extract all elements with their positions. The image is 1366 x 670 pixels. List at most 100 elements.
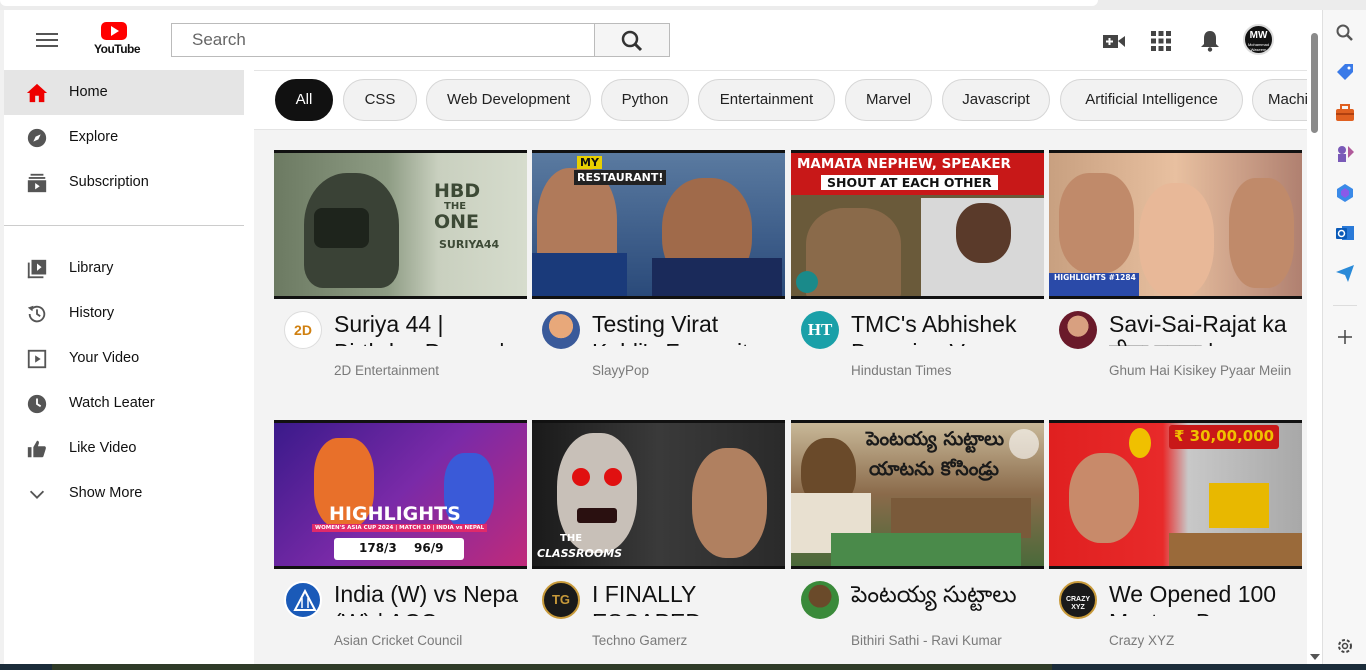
video-title-text: TMC's Abhishek Banerjee Vs — [851, 311, 1017, 346]
channel-avatar[interactable]: CRAZY XYZ — [1059, 581, 1097, 619]
video-thumbnail[interactable]: MAMATA NEPHEW, SPEAKER SHOUT AT EACH OTH… — [791, 150, 1044, 299]
channel-name[interactable]: SlayyPop — [592, 360, 777, 381]
sidebar-item-explore[interactable]: Explore — [4, 115, 244, 160]
tag-icon[interactable] — [1334, 62, 1356, 84]
sidebar: Home Explore Subscription Library Histor… — [4, 70, 252, 664]
channel-name[interactable]: Crazy XYZ — [1109, 630, 1294, 651]
chip-machine-learning[interactable]: Machi — [1252, 79, 1307, 121]
clock-icon — [27, 394, 47, 414]
send-icon[interactable] — [1334, 262, 1356, 284]
thumbnail-text: MAMATA NEPHEW, SPEAKER — [797, 156, 1011, 172]
sidebar-item-like-video[interactable]: Like Video — [4, 426, 244, 471]
video-card[interactable]: పెంటయ్య సుట్టాలు యాటను కోసిండ్రు పెంటయ్య… — [791, 420, 1044, 664]
search-icon[interactable] — [1334, 22, 1356, 44]
video-card[interactable]: ₹ 30,00,000 CRAZY XYZ We Opened 100 Myst… — [1049, 420, 1302, 664]
channel-avatar[interactable]: HT — [801, 311, 839, 349]
video-title-text: పెంటయ్య సుట్టాలు — [851, 581, 1017, 607]
video-thumbnail[interactable]: HBD THE ONE SURIYA44 — [274, 150, 527, 299]
chip-artificial-intelligence[interactable]: Artificial Intelligence — [1060, 79, 1243, 121]
video-title[interactable]: Testing Virat Kohli's Favourite — [592, 310, 777, 346]
menu-icon[interactable] — [36, 33, 58, 48]
video-thumbnail[interactable]: పెంటయ్య సుట్టాలు యాటను కోసిండ్రు — [791, 420, 1044, 569]
logo-text: YouTube — [94, 42, 141, 56]
channel-avatar[interactable] — [801, 581, 839, 619]
add-icon[interactable] — [1334, 326, 1356, 348]
channel-avatar[interactable] — [1059, 311, 1097, 349]
scroll-down-arrow-icon[interactable] — [1310, 654, 1320, 660]
library-icon — [27, 259, 47, 279]
video-title[interactable]: We Opened 100 Mystery Boxes — [1109, 580, 1294, 616]
channel-avatar[interactable]: TG — [542, 581, 580, 619]
toolbox-icon[interactable] — [1334, 102, 1356, 124]
video-thumbnail[interactable]: ₹ 30,00,000 — [1049, 420, 1302, 569]
create-video-icon[interactable] — [1102, 29, 1126, 53]
sidebar-item-library[interactable]: Library — [4, 246, 244, 291]
sidebar-divider — [4, 225, 244, 226]
channel-name[interactable]: Hindustan Times — [851, 360, 1036, 381]
scrollbar-thumb[interactable] — [1311, 33, 1318, 133]
channel-name[interactable]: 2D Entertainment — [334, 360, 519, 381]
video-card[interactable]: HIGHLIGHTS WOMEN'S ASIA CUP 2024 | MATCH… — [274, 420, 527, 664]
video-title[interactable]: TMC's Abhishek Banerjee Vs — [851, 310, 1036, 346]
channel-avatar[interactable] — [284, 581, 322, 619]
video-thumbnail[interactable]: HIGHLIGHTS #1284 — [1049, 150, 1302, 299]
sidebar-item-history[interactable]: History — [4, 291, 244, 336]
apps-grid-icon[interactable] — [1149, 29, 1173, 53]
notifications-bell-icon[interactable] — [1198, 29, 1222, 53]
video-card[interactable]: HBD THE ONE SURIYA44 2D Suriya 44 | Birt… — [274, 150, 527, 410]
sidebar-item-your-video[interactable]: Your Video — [4, 336, 244, 381]
thumbnail-text: HIGHLIGHTS #1284 — [1054, 273, 1136, 282]
sidebar-item-subscription[interactable]: Subscription — [4, 160, 244, 205]
search-box — [171, 23, 596, 57]
games-icon[interactable] — [1334, 142, 1356, 164]
video-title-text: I FINALLY ESCAPED — [592, 581, 702, 616]
video-card[interactable]: MAMATA NEPHEW, SPEAKER SHOUT AT EACH OTH… — [791, 150, 1044, 410]
channel-avatar[interactable]: 2D — [284, 311, 322, 349]
sidebar-item-show-more[interactable]: Show More — [4, 471, 244, 516]
search-button[interactable] — [594, 23, 670, 57]
os-taskbar — [0, 664, 1366, 670]
channel-avatar[interactable] — [542, 311, 580, 349]
avatar-subtext: Mohammad Waseem — [1247, 42, 1270, 52]
sidebar-item-label: History — [69, 305, 115, 321]
sidebar-item-watch-later[interactable]: Watch Leater — [4, 381, 244, 426]
chip-javascript[interactable]: Javascript — [942, 79, 1050, 121]
outlook-icon[interactable] — [1334, 222, 1356, 244]
video-title[interactable]: India (W) vs Nepal (W) | ACC — [334, 580, 519, 616]
chip-web-development[interactable]: Web Development — [426, 79, 591, 121]
vertical-scrollbar[interactable] — [1307, 30, 1322, 664]
chip-marvel[interactable]: Marvel — [845, 79, 932, 121]
channel-name[interactable]: Techno Gamerz — [592, 630, 777, 651]
sidebar-item-label: Show More — [69, 485, 143, 501]
chip-entertainment[interactable]: Entertainment — [698, 79, 835, 121]
copilot-icon[interactable] — [1334, 182, 1356, 204]
chip-css[interactable]: CSS — [343, 79, 417, 121]
thumbnail-text: ONE — [434, 211, 480, 233]
video-card[interactable]: HIGHLIGHTS #1284 Savi-Sai-Rajat ka मीठा … — [1049, 150, 1302, 410]
video-thumbnail[interactable]: HIGHLIGHTS WOMEN'S ASIA CUP 2024 | MATCH… — [274, 420, 527, 569]
thumbnail-text: RESTAURANT! — [574, 170, 667, 185]
video-card[interactable]: THE CLASSROOMS TG I FINALLY ESCAPED Tech… — [532, 420, 785, 664]
video-title[interactable]: Suriya 44 | Birthday Promo | — [334, 310, 519, 346]
channel-name[interactable]: Ghum Hai Kisikey Pyaar Meiin — [1109, 360, 1294, 381]
channel-name[interactable]: Bithiri Sathi - Ravi Kumar — [851, 630, 1036, 651]
user-avatar[interactable]: MW Mohammad Waseem — [1243, 24, 1274, 55]
sidebar-item-home[interactable]: Home — [4, 70, 244, 115]
browser-top-strip — [0, 0, 1366, 10]
video-title[interactable]: పెంటయ్య సుట్టాలు — [851, 580, 1036, 616]
channel-name[interactable]: Asian Cricket Council — [334, 630, 519, 651]
youtube-logo[interactable]: YouTube — [94, 22, 141, 60]
video-thumbnail[interactable]: MY RESTAURANT! — [532, 150, 785, 299]
sidebar-item-label: Library — [69, 260, 114, 276]
video-card[interactable]: MY RESTAURANT! Testing Virat Kohli's Fav… — [532, 150, 785, 410]
thumbnail-text: THE — [560, 533, 583, 544]
video-thumbnail[interactable]: THE CLASSROOMS — [532, 420, 785, 569]
settings-gear-icon[interactable] — [1334, 635, 1356, 657]
video-title[interactable]: I FINALLY ESCAPED — [592, 580, 777, 616]
chip-all[interactable]: All — [275, 79, 333, 121]
video-title[interactable]: Savi-Sai-Rajat ka मीठा बदला | — [1109, 310, 1294, 346]
chip-python[interactable]: Python — [601, 79, 689, 121]
search-input[interactable] — [172, 24, 596, 56]
thumbnail-text: 96/9 — [414, 541, 444, 555]
play-logo-icon — [101, 22, 127, 40]
